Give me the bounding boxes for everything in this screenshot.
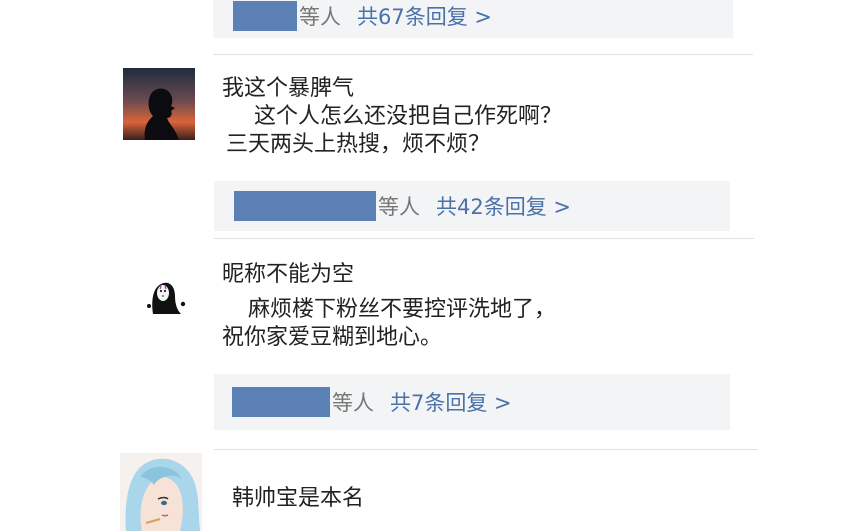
divider — [214, 449, 758, 450]
comment-text-line-2: 三天两头上热搜，烦不烦？ — [226, 132, 491, 157]
comment-text-line-1: 这个人怎么还没把自己作死啊？ — [254, 104, 563, 129]
comment-text-line-2: 祝你家爱豆糊到地心。 — [222, 325, 443, 350]
redacted-usernames — [232, 387, 330, 417]
comment-username[interactable]: 昵称不能为空 — [222, 256, 354, 288]
redacted-usernames — [234, 191, 376, 221]
comment-feed: 等人 共67条回复 > 我这个暴脾气 这个人怎么还没把自己作死啊？ 三天两头上热… — [0, 0, 850, 531]
comment-username[interactable]: 我这个暴脾气 — [222, 70, 354, 102]
reply-participants-label: 等人 — [332, 391, 374, 415]
silhouette-sunset-avatar[interactable] — [123, 68, 195, 140]
divider — [214, 238, 754, 239]
anime-girl-avatar[interactable] — [120, 453, 202, 531]
view-replies-link[interactable]: 共67条回复 > — [357, 1, 492, 31]
view-replies-link[interactable]: 共7条回复 > — [390, 387, 512, 417]
reply-summary-bar[interactable]: 等人 共42条回复 > — [214, 181, 730, 231]
reply-summary-bar[interactable]: 等人 共7条回复 > — [214, 374, 730, 430]
reply-summary-bar[interactable]: 等人 共67条回复 > — [213, 0, 733, 38]
divider — [213, 54, 753, 55]
reply-participants-label: 等人 — [299, 5, 341, 29]
comment-username[interactable]: 韩帅宝是本名 — [232, 480, 364, 512]
no-face-avatar[interactable] — [143, 278, 189, 316]
comment-text-line-1: 麻烦楼下粉丝不要控评洗地了， — [248, 297, 557, 322]
redacted-usernames — [233, 1, 297, 31]
reply-participants-label: 等人 — [378, 195, 420, 219]
view-replies-link[interactable]: 共42条回复 > — [436, 191, 571, 221]
